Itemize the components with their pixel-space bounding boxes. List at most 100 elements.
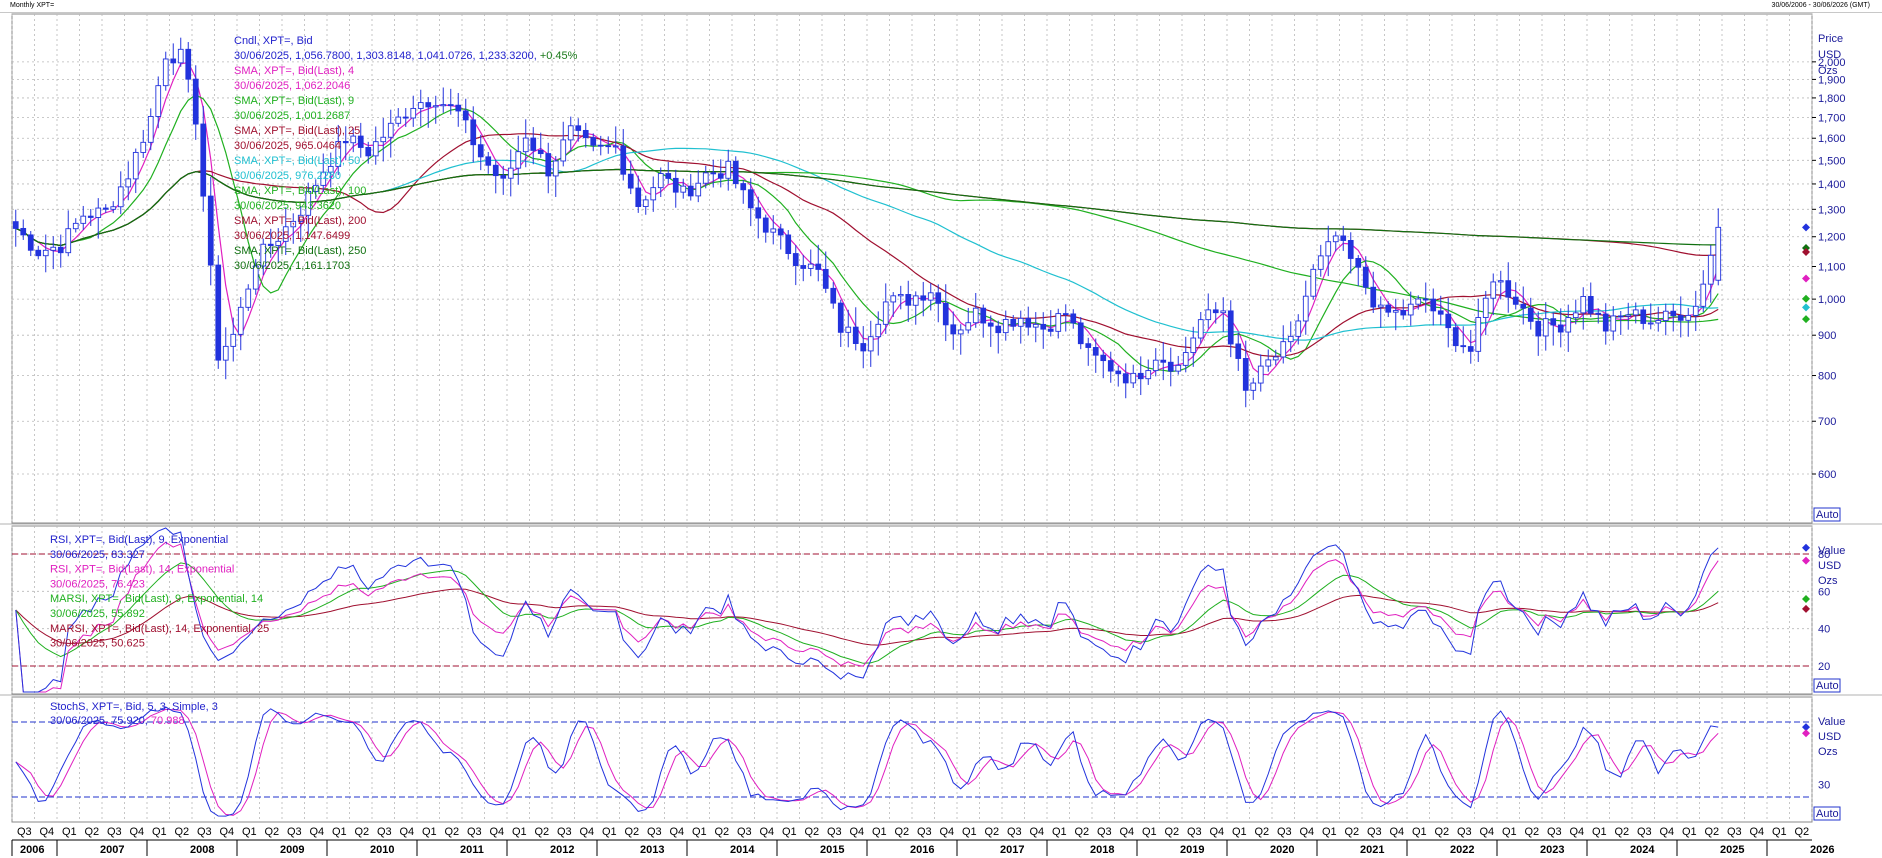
- quarter-tick-label: Q3: [1097, 826, 1112, 838]
- candle-body: [1295, 320, 1302, 337]
- candle-body: [500, 175, 507, 179]
- quarter-tick-label: Q3: [1367, 826, 1382, 838]
- stoch-axis-unit: Value: [1818, 716, 1845, 728]
- quarter-tick-label: Q2: [445, 826, 460, 838]
- candle-body: [1467, 346, 1474, 352]
- price-legend-entry: 30/06/2025, 1,062.2046: [234, 80, 350, 92]
- candle-body: [1700, 283, 1707, 307]
- quarter-tick-label: Q3: [17, 826, 32, 838]
- quarter-tick-label: Q2: [85, 826, 100, 838]
- candle-body: [1047, 328, 1054, 332]
- rsi-legend-entry: 30/06/2025, 50.625: [50, 638, 145, 650]
- quarter-tick-label: Q1: [512, 826, 527, 838]
- candle-body: [147, 115, 154, 143]
- year-tick-label: 2006: [20, 844, 44, 856]
- candle-body: [1647, 322, 1654, 325]
- quarter-tick-label: Q3: [1727, 826, 1742, 838]
- candle-body: [455, 104, 462, 112]
- quarter-tick-label: Q2: [1435, 826, 1450, 838]
- price-tick-label: 900: [1818, 330, 1836, 342]
- candle-body: [1002, 318, 1009, 334]
- candle-body: [432, 105, 439, 108]
- quarter-tick-label: Q3: [1547, 826, 1562, 838]
- candle-body: [1715, 226, 1722, 281]
- candle-body: [1572, 312, 1579, 319]
- quarter-tick-label: Q1: [152, 826, 167, 838]
- candle-body: [635, 187, 642, 207]
- quarter-tick-label: Q2: [985, 826, 1000, 838]
- stoch-legend-entry: StochS, XPT=, Bid, 5, 3, Simple, 3: [50, 701, 218, 713]
- candle-body: [567, 125, 574, 141]
- quarter-tick-label: Q4: [580, 826, 595, 838]
- candle-body: [1445, 313, 1452, 329]
- quarter-tick-label: Q3: [1637, 826, 1652, 838]
- candle-body: [207, 195, 214, 266]
- candle-body: [425, 102, 432, 108]
- quarter-tick-label: Q4: [760, 826, 775, 838]
- quarter-tick-label: Q3: [107, 826, 122, 838]
- candle-body: [215, 264, 222, 361]
- candle-body: [1182, 352, 1189, 366]
- candle-body: [680, 185, 687, 193]
- quarter-tick-label: Q4: [490, 826, 505, 838]
- platinum-chart[interactable]: 600 700 800 900 1,000 1,100 1,200 1,300 1,400 1,5…: [0, 0, 1882, 858]
- candle-body: [882, 301, 889, 325]
- candle-body: [575, 125, 582, 131]
- quarter-tick-label: Q1: [1502, 826, 1517, 838]
- candle-body: [1340, 235, 1347, 241]
- year-tick-label: 2008: [190, 844, 214, 856]
- candle-body: [650, 187, 657, 201]
- candle-body: [695, 182, 702, 197]
- candle-body: [1332, 235, 1339, 243]
- candle-body: [552, 160, 559, 177]
- candle-body: [942, 302, 949, 326]
- quarter-tick-label: Q1: [1682, 826, 1697, 838]
- candle-body: [612, 145, 619, 148]
- candle-body: [357, 135, 364, 148]
- price-legend-entry: SMA, XPT=, Bid(Last), 250: [234, 245, 366, 257]
- candle-body: [1152, 359, 1159, 372]
- quarter-tick-label: Q1: [422, 826, 437, 838]
- candle-body: [20, 227, 27, 236]
- candle-body: [1535, 320, 1542, 337]
- candle-body: [807, 263, 814, 269]
- quarter-tick-label: Q4: [40, 826, 55, 838]
- rsi-legend-entry: 30/06/2025, 55.892: [50, 608, 145, 620]
- candle-body: [140, 141, 147, 153]
- candle-body: [1580, 295, 1587, 314]
- quarter-tick-label: Q3: [827, 826, 842, 838]
- candle-body: [1302, 295, 1309, 322]
- auto-scale-label: Auto: [1816, 680, 1839, 692]
- candle-body: [125, 178, 132, 188]
- candle-body: [822, 268, 829, 289]
- candle-body: [1310, 268, 1317, 297]
- candle-body: [1610, 315, 1617, 332]
- quarter-tick-label: Q2: [265, 826, 280, 838]
- candle-body: [702, 172, 709, 184]
- candle-body: [1227, 310, 1234, 345]
- quarter-tick-label: Q2: [1345, 826, 1360, 838]
- quarter-tick-label: Q1: [1592, 826, 1607, 838]
- quarter-tick-label: Q1: [1232, 826, 1247, 838]
- candle-body: [387, 122, 394, 138]
- candle-body: [1662, 310, 1669, 321]
- candle-body: [417, 102, 424, 109]
- candle-body: [837, 302, 844, 333]
- year-tick-label: 2012: [550, 844, 574, 856]
- candle-body: [1505, 280, 1512, 298]
- quarter-tick-label: Q2: [1255, 826, 1270, 838]
- candle-body: [365, 147, 372, 157]
- price-axis-unit: Price: [1818, 33, 1843, 45]
- quarter-tick-label: Q3: [197, 826, 212, 838]
- year-tick-label: 2015: [820, 844, 844, 856]
- quarter-tick-label: Q2: [1165, 826, 1180, 838]
- quarter-tick-label: Q1: [1142, 826, 1157, 838]
- candle-body: [1062, 313, 1069, 316]
- candle-body: [965, 322, 972, 331]
- price-tick-label: 700: [1818, 416, 1836, 428]
- candle-body: [507, 167, 514, 179]
- year-tick-label: 2009: [280, 844, 304, 856]
- candle-body: [1347, 240, 1354, 259]
- price-legend-entry: SMA, XPT=, Bid(Last), 25: [234, 125, 360, 137]
- candle-body: [477, 144, 484, 158]
